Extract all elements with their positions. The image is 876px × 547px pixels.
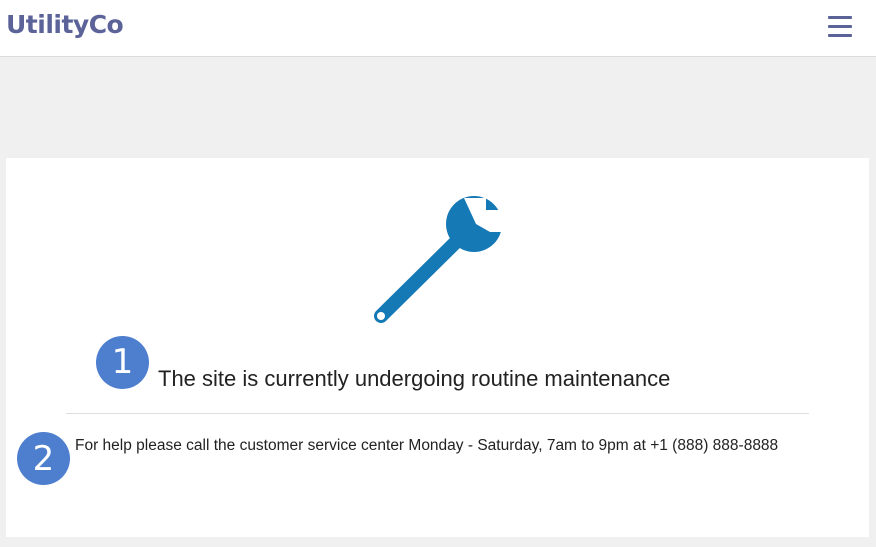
annotation-marker-2: 2	[17, 432, 70, 485]
maintenance-headline: The site is currently undergoing routine…	[158, 366, 671, 391]
hamburger-menu-icon[interactable]	[826, 14, 854, 40]
help-contact-text: For help please call the customer servic…	[75, 437, 779, 454]
wrench-icon	[374, 196, 502, 323]
brand-logo[interactable]: UtilityCo	[6, 10, 124, 39]
top-navigation-bar: UtilityCo	[0, 0, 876, 57]
annotation-marker-1: 1	[96, 336, 149, 389]
divider	[66, 413, 809, 414]
